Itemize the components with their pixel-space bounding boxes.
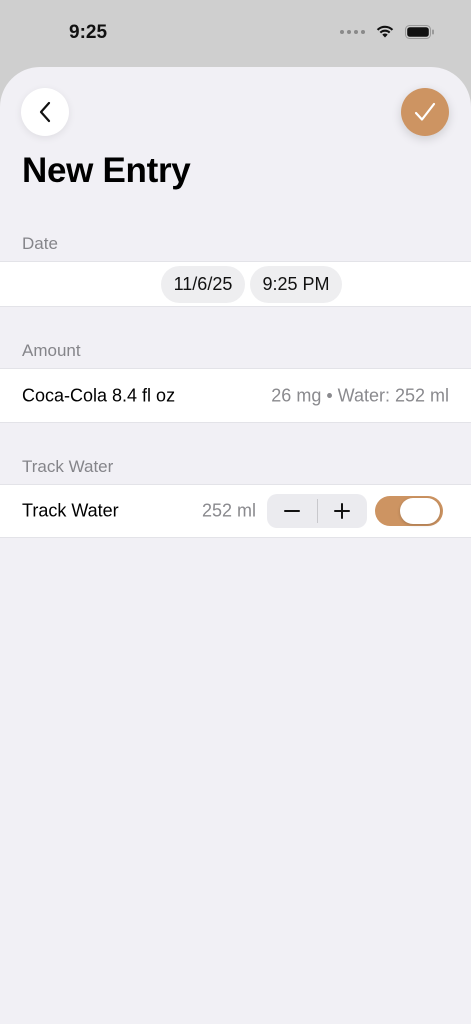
chevron-left-icon (39, 101, 51, 123)
confirm-button[interactable] (401, 88, 449, 136)
water-stepper (267, 494, 367, 528)
drink-name: Coca-Cola 8.4 fl oz (22, 385, 176, 405)
date-row: 11/6/25 9:25 PM (0, 261, 471, 307)
plus-icon (334, 503, 351, 519)
amount-row[interactable]: Coca-Cola 8.4 fl oz 26 mg • Water: 252 m… (0, 368, 471, 423)
water-amount-value: 252 ml (202, 500, 257, 521)
back-button[interactable] (21, 88, 69, 136)
date-section-header: Date (22, 234, 58, 253)
toggle-knob (400, 498, 440, 524)
wifi-icon (376, 25, 394, 38)
track-water-row: Track Water 252 ml (0, 484, 471, 538)
page-title: New Entry (22, 151, 191, 190)
track-water-label: Track Water (22, 500, 119, 521)
date-picker[interactable]: 11/6/25 (161, 266, 245, 303)
cellular-signal-icon (340, 29, 365, 34)
track-water-section-header: Track Water (22, 457, 114, 476)
track-water-toggle[interactable] (375, 496, 443, 526)
amount-detail: 26 mg • Water: 252 ml (271, 385, 449, 405)
amount-section-header: Amount (22, 341, 81, 360)
checkmark-icon (414, 102, 436, 121)
battery-icon (405, 24, 434, 39)
decrement-button[interactable] (267, 494, 317, 528)
minus-icon (283, 510, 300, 512)
new-entry-sheet: New Entry Date 11/6/25 9:25 PM Amount Co… (0, 67, 471, 1024)
increment-button[interactable] (317, 494, 367, 528)
status-time: 9:25 (69, 22, 108, 43)
status-bar: 9:25 (0, 0, 471, 70)
status-icons (340, 24, 435, 39)
time-picker[interactable]: 9:25 PM (250, 266, 342, 303)
